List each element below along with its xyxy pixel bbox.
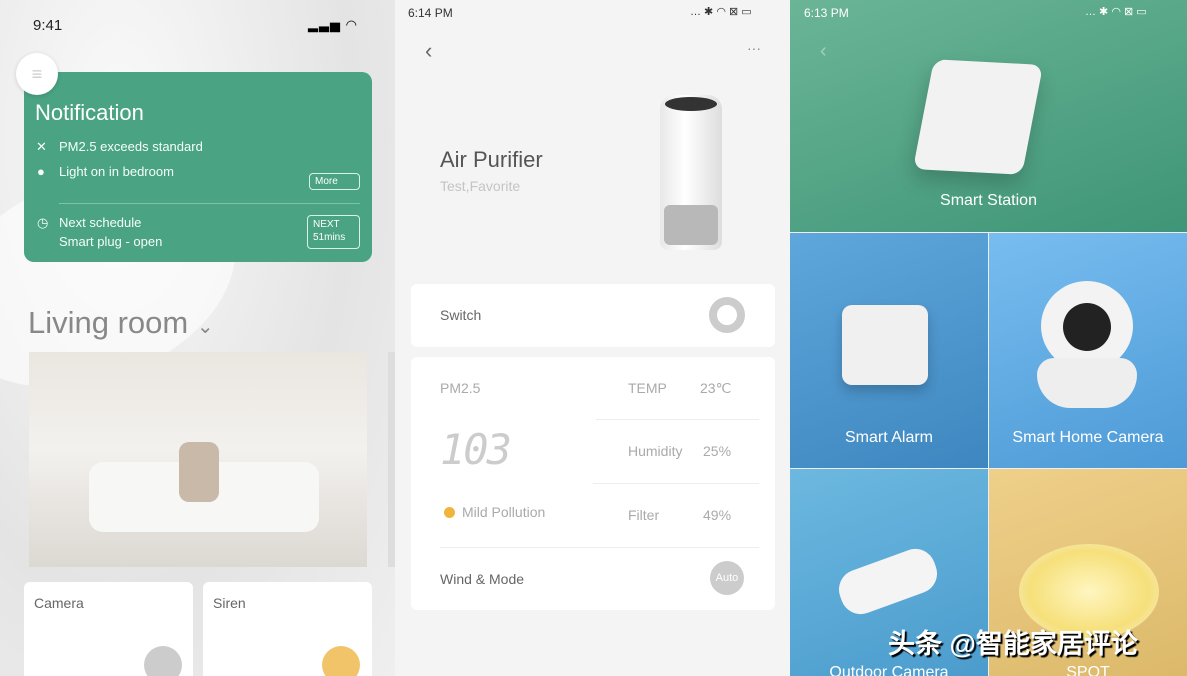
filter-label: Filter — [628, 507, 660, 523]
room-photo[interactable] — [29, 352, 367, 567]
hamburger-icon: ≡ — [31, 64, 43, 84]
tile-smart-home-camera[interactable]: Smart Home Camera — [989, 233, 1187, 468]
notification-item: PM2.5 exceeds standard — [59, 139, 203, 154]
tile-label: Smart Alarm — [844, 429, 933, 446]
divider — [59, 203, 360, 204]
tile-label: Outdoor Camera — [829, 664, 949, 676]
humidity-label: Humidity — [628, 443, 683, 459]
status-time: 6:14 PM — [408, 6, 453, 20]
tile-label: Smart Station — [940, 192, 1037, 209]
status-time: 9:41 — [33, 17, 63, 34]
tile-label: Smart Home Camera — [1012, 429, 1164, 446]
back-button[interactable]: ‹ — [425, 38, 432, 64]
humidity-value: 25% — [703, 443, 732, 459]
camera-icon[interactable] — [144, 646, 182, 676]
temp-label: TEMP — [628, 380, 667, 396]
temp-value: 23℃ — [700, 380, 732, 396]
tile-label: SPOT — [1066, 664, 1110, 676]
room-name: Living room — [28, 305, 189, 340]
next-label: NEXT — [313, 219, 340, 230]
bulb-icon: ● — [37, 164, 45, 179]
tile-smart-station[interactable]: 6:13 PM … ✱ ◠ ⊠ ▭ ‹ Smart Station — [790, 0, 1187, 232]
device-title: Air Purifier — [440, 147, 543, 172]
pollution-dot-icon — [444, 507, 455, 518]
menu-button[interactable]: ≡ — [16, 53, 58, 95]
fan-icon: ✕ — [36, 139, 47, 154]
watermark: 头条 @智能家居评论 — [888, 629, 1138, 659]
filter-value: 49% — [703, 507, 732, 523]
mode-button[interactable]: Auto — [710, 561, 744, 595]
more-button[interactable]: More — [309, 173, 360, 190]
back-button[interactable]: ‹ — [820, 40, 827, 63]
status-card: PM2.5 103 Mild Pollution TEMP 23℃ Humidi… — [411, 357, 775, 610]
notification-card[interactable]: Notification ✕ PM2.5 exceeds standard ● … — [24, 72, 372, 262]
device-name: Camera — [34, 595, 84, 611]
schedule-title: Next schedule — [59, 215, 142, 230]
device-card-camera[interactable]: Camera — [24, 582, 193, 676]
pollution-level: Mild Pollution — [462, 504, 546, 520]
status-icons: … ✱ ◠ ⊠ ▭ — [690, 6, 752, 18]
tile-smart-alarm[interactable]: Smart Alarm — [790, 233, 988, 468]
pm-label: PM2.5 — [440, 380, 481, 396]
purifier-screen: 6:14 PM … ✱ ◠ ⊠ ▭ ‹ ··· Air Purifier Tes… — [395, 0, 790, 676]
next-time: 51mins — [313, 232, 346, 243]
wind-mode-label: Wind & Mode — [440, 571, 525, 587]
device-card-siren[interactable]: Siren — [203, 582, 372, 676]
switch-label: Switch — [440, 307, 482, 323]
more-options-button[interactable]: ··· — [747, 40, 761, 56]
outdoor-camera-image — [833, 543, 943, 620]
switch-row: Switch — [411, 284, 775, 347]
status-icons: … ✱ ◠ ⊠ ▭ — [1085, 6, 1147, 18]
child — [179, 442, 219, 502]
signal-wifi-icon: ▂▃▅ ◠ — [308, 17, 358, 32]
smart-station-image — [912, 59, 1044, 175]
notification-item: Light on in bedroom — [59, 164, 174, 179]
status-time: 6:13 PM — [804, 6, 849, 20]
clock-icon: ◷ — [37, 215, 49, 230]
power-toggle[interactable] — [709, 297, 745, 333]
notification-title: Notification — [35, 100, 144, 125]
schedule-item: Smart plug - open — [59, 234, 163, 249]
smart-alarm-image — [842, 305, 928, 385]
device-catalog-screen: 6:13 PM … ✱ ◠ ⊠ ▭ ‹ Smart Station Smart … — [790, 0, 1187, 676]
home-screen: 9:41 ▂▃▅ ◠ Notification ✕ PM2.5 exceeds … — [0, 0, 395, 676]
siren-icon[interactable] — [322, 646, 360, 676]
pm-value: 103 — [440, 425, 512, 474]
chevron-down-icon: ⌄ — [196, 316, 214, 338]
device-name: Siren — [213, 595, 246, 611]
room-title[interactable]: Living room ⌄ — [28, 305, 214, 341]
purifier-image — [660, 95, 722, 250]
next-room-photo[interactable] — [388, 352, 395, 567]
next-schedule-badge[interactable]: NEXT 51mins — [307, 215, 360, 249]
device-subtitle: Test,Favorite — [440, 178, 521, 194]
